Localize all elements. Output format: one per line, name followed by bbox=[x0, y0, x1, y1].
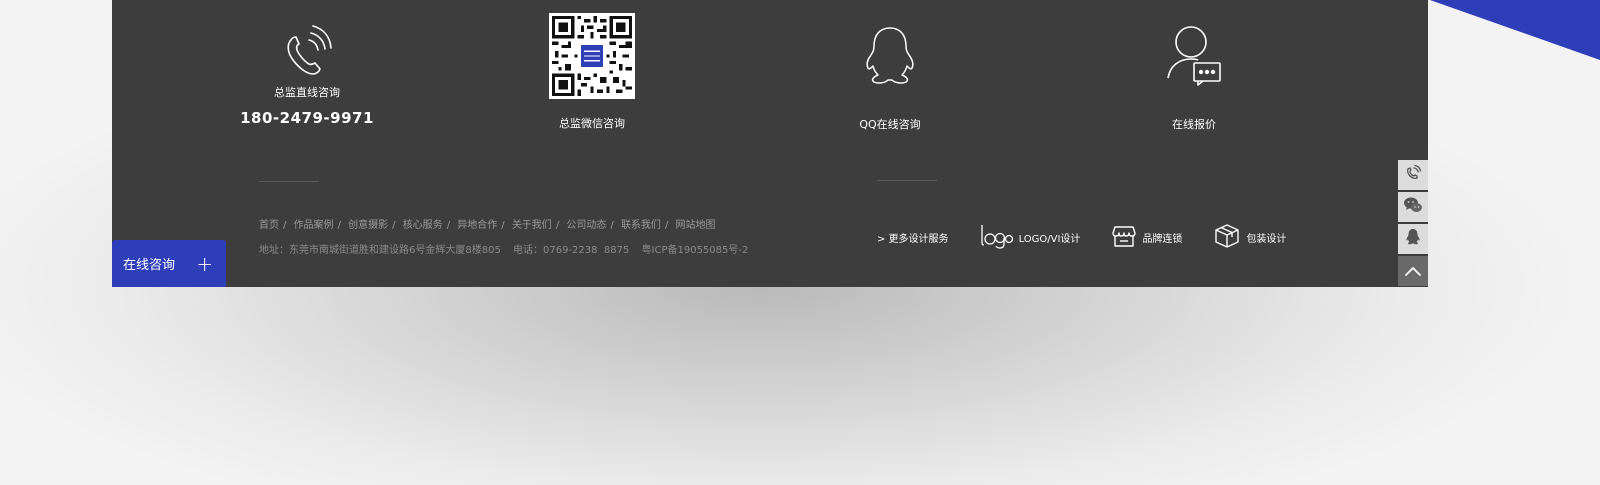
service-packaging[interactable]: 包装设计 bbox=[1214, 223, 1286, 252]
footer-link[interactable]: 公司动态 bbox=[566, 220, 606, 231]
divider-left bbox=[259, 181, 319, 182]
tel-text: 电话：0769-2238 8875 bbox=[513, 245, 630, 256]
box-icon bbox=[1214, 223, 1246, 252]
service-label: 品牌连锁 bbox=[1142, 233, 1183, 245]
quote-label: 在线报价 bbox=[1172, 118, 1216, 131]
footer-link[interactable]: 关于我们 bbox=[512, 220, 552, 231]
more-services-link[interactable]: > 更多设计服务 bbox=[877, 230, 949, 245]
footer-link[interactable]: 联系我们 bbox=[621, 220, 661, 231]
corner-accent-shape bbox=[1430, 0, 1600, 60]
service-label: LOGO/VI设计 bbox=[1018, 233, 1081, 245]
qq-icon bbox=[1405, 228, 1421, 250]
qq-label: QQ在线咨询 bbox=[859, 118, 921, 131]
phone-number[interactable]: 180-2479-9971 bbox=[240, 109, 374, 127]
contact-qq[interactable]: QQ在线咨询 bbox=[830, 24, 950, 132]
online-consult-bar[interactable]: 在线咨询 + bbox=[112, 240, 226, 287]
footer-link[interactable]: 作品案例 bbox=[294, 220, 334, 231]
phone-label: 总监直线咨询 bbox=[274, 86, 340, 99]
service-label: 包装设计 bbox=[1246, 233, 1287, 245]
wechat-label: 总监微信咨询 bbox=[559, 117, 625, 130]
side-toolbar bbox=[1398, 160, 1428, 286]
side-wechat-button[interactable] bbox=[1398, 192, 1428, 222]
contact-quote[interactable]: 在线报价 bbox=[1134, 24, 1254, 132]
qq-icon bbox=[861, 24, 919, 116]
design-services: > 更多设计服务 LOGO/VI设计 品牌连锁 包装设计 bbox=[877, 222, 1318, 252]
footer-link[interactable]: 创意摄影 bbox=[348, 220, 388, 231]
contact-wechat: 总监微信咨询 bbox=[532, 13, 652, 131]
side-phone-button[interactable] bbox=[1398, 160, 1428, 190]
store-icon bbox=[1112, 225, 1142, 250]
user-chat-icon bbox=[1164, 24, 1224, 116]
consult-label: 在线咨询 bbox=[123, 258, 176, 273]
back-to-top-button[interactable] bbox=[1398, 256, 1428, 286]
wechat-qr-code bbox=[549, 13, 635, 99]
phone-icon bbox=[1404, 164, 1422, 186]
side-qq-button[interactable] bbox=[1398, 224, 1428, 254]
plus-icon: + bbox=[196, 251, 213, 276]
site-footer: 总监直线咨询 180-2479-9971 总监微信咨询 QQ在线咨询 在线报价 … bbox=[112, 0, 1428, 287]
footer-link[interactable]: 异地合作 bbox=[457, 220, 497, 231]
divider-right bbox=[877, 180, 937, 181]
logo-icon bbox=[979, 223, 1019, 252]
service-logo-vi[interactable]: LOGO/VI设计 bbox=[979, 223, 1081, 252]
footer-address: 地址：东莞市南城街道胜和建设路6号金辉大厦8楼805 电话：0769-2238 … bbox=[259, 241, 757, 256]
icp-text[interactable]: 粤ICP备19055085号-2 bbox=[642, 245, 749, 256]
footer-link[interactable]: 首页 bbox=[259, 220, 279, 231]
chevron-up-icon bbox=[1404, 262, 1422, 281]
service-brand-chain[interactable]: 品牌连锁 bbox=[1112, 225, 1182, 250]
phone-icon bbox=[279, 22, 335, 84]
wechat-icon bbox=[1403, 196, 1423, 218]
footer-link[interactable]: 网站地图 bbox=[676, 220, 716, 231]
footer-links: 首页 / 作品案例 / 创意摄影 / 核心服务 / 异地合作 / 关于我们 / 公司动态 / … bbox=[259, 220, 716, 231]
footer-link[interactable]: 核心服务 bbox=[403, 220, 443, 231]
contact-phone[interactable]: 总监直线咨询 180-2479-9971 bbox=[240, 22, 374, 127]
address-text: 地址：东莞市南城街道胜和建设路6号金辉大厦8楼805 bbox=[259, 245, 501, 256]
